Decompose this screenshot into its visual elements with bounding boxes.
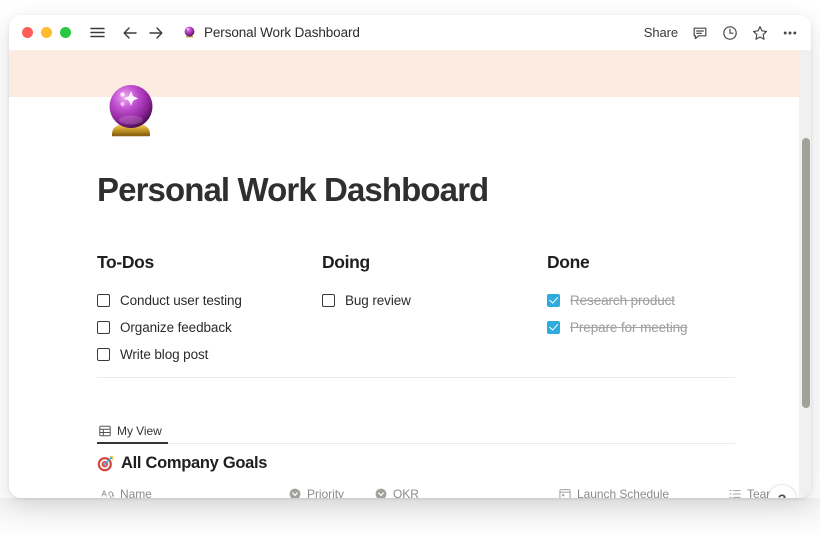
database-tabstrip: My View	[97, 419, 735, 444]
column-headers-clip: Name Priority OKR Launch Schedule Team	[97, 487, 799, 498]
select-chevron-icon	[289, 488, 301, 498]
task-item[interactable]: Organize feedback	[97, 314, 322, 340]
window-titlebar: Personal Work Dashboard Share	[9, 15, 811, 50]
text-aa-icon	[101, 489, 114, 498]
vertical-scrollbar-track[interactable]	[799, 50, 811, 498]
tab-my-view[interactable]: My View	[97, 419, 168, 444]
titlebar-actions: Share	[644, 15, 798, 50]
checkbox-unchecked-icon[interactable]	[97, 320, 110, 334]
share-button[interactable]: Share	[644, 25, 678, 40]
column-header-okr[interactable]: OKR	[375, 487, 419, 498]
close-window-button[interactable]	[22, 27, 33, 38]
dart-target-icon	[97, 455, 114, 472]
column-header-launch-schedule[interactable]: Launch Schedule	[559, 487, 669, 498]
table-grid-icon	[99, 425, 111, 437]
tab-label: My View	[117, 423, 162, 438]
star-icon[interactable]	[752, 25, 768, 41]
column-header-label: OKR	[393, 487, 419, 498]
task-label: Prepare for meeting	[570, 319, 688, 335]
column-header-priority[interactable]: Priority	[289, 487, 344, 498]
multi-select-list-icon	[729, 488, 741, 498]
vertical-scrollbar-thumb[interactable]	[802, 138, 810, 408]
column-heading: Doing	[322, 252, 370, 272]
column-heading: To-Dos	[97, 252, 154, 272]
checkbox-unchecked-icon[interactable]	[97, 347, 110, 361]
crystal-ball-icon	[182, 25, 197, 40]
checkbox-checked-icon[interactable]	[547, 320, 560, 334]
page-title[interactable]: Personal Work Dashboard	[97, 171, 489, 208]
task-item[interactable]: Write blog post	[97, 341, 322, 367]
section-divider	[97, 377, 735, 378]
background-surface	[0, 498, 820, 538]
task-label: Write blog post	[120, 346, 209, 362]
task-label: Organize feedback	[120, 319, 232, 335]
checkbox-checked-icon[interactable]	[547, 293, 560, 307]
task-label: Conduct user testing	[120, 292, 242, 308]
database-title-row: All Company Goals	[97, 454, 267, 473]
task-item[interactable]: Prepare for meeting	[547, 314, 737, 340]
ellipsis-icon[interactable]	[782, 25, 798, 41]
database-column-headers: Name Priority OKR Launch Schedule Team	[97, 487, 797, 498]
clock-icon[interactable]	[722, 25, 738, 41]
column-done: Done Research product Prepare for meetin…	[547, 252, 737, 368]
browser-window: Personal Work Dashboard Share Personal W…	[9, 15, 811, 498]
hamburger-menu-icon[interactable]	[89, 24, 106, 41]
column-header-name[interactable]: Name	[101, 487, 152, 498]
database-title[interactable]: All Company Goals	[121, 454, 267, 473]
arrow-left-icon[interactable]	[122, 25, 138, 41]
page-content: Personal Work Dashboard To-Dos Conduct u…	[9, 85, 799, 498]
calendar-icon	[559, 488, 571, 498]
checkbox-unchecked-icon[interactable]	[97, 293, 110, 307]
task-columns: To-Dos Conduct user testing Organize fee…	[97, 252, 737, 368]
comment-icon[interactable]	[692, 25, 708, 41]
column-heading: Done	[547, 252, 590, 272]
window-title: Personal Work Dashboard	[204, 25, 360, 40]
navigation-buttons	[122, 25, 164, 41]
task-item[interactable]: Conduct user testing	[97, 287, 322, 313]
column-header-label: Name	[120, 487, 152, 498]
select-chevron-icon	[375, 488, 387, 498]
column-header-label: Priority	[307, 487, 344, 498]
page-crystal-ball-icon[interactable]	[99, 79, 163, 143]
column-doing: Doing Bug review	[322, 252, 547, 368]
column-header-label: Launch Schedule	[577, 487, 669, 498]
minimize-window-button[interactable]	[41, 27, 52, 38]
task-item[interactable]: Research product	[547, 287, 737, 313]
screenshot-root: Personal Work Dashboard Share Personal W…	[0, 0, 820, 538]
traffic-lights	[22, 27, 71, 38]
column-todos: To-Dos Conduct user testing Organize fee…	[97, 252, 322, 368]
task-item[interactable]: Bug review	[322, 287, 547, 313]
task-label: Research product	[570, 292, 675, 308]
checkbox-unchecked-icon[interactable]	[322, 293, 335, 307]
maximize-window-button[interactable]	[60, 27, 71, 38]
arrow-right-icon[interactable]	[148, 25, 164, 41]
task-label: Bug review	[345, 292, 411, 308]
